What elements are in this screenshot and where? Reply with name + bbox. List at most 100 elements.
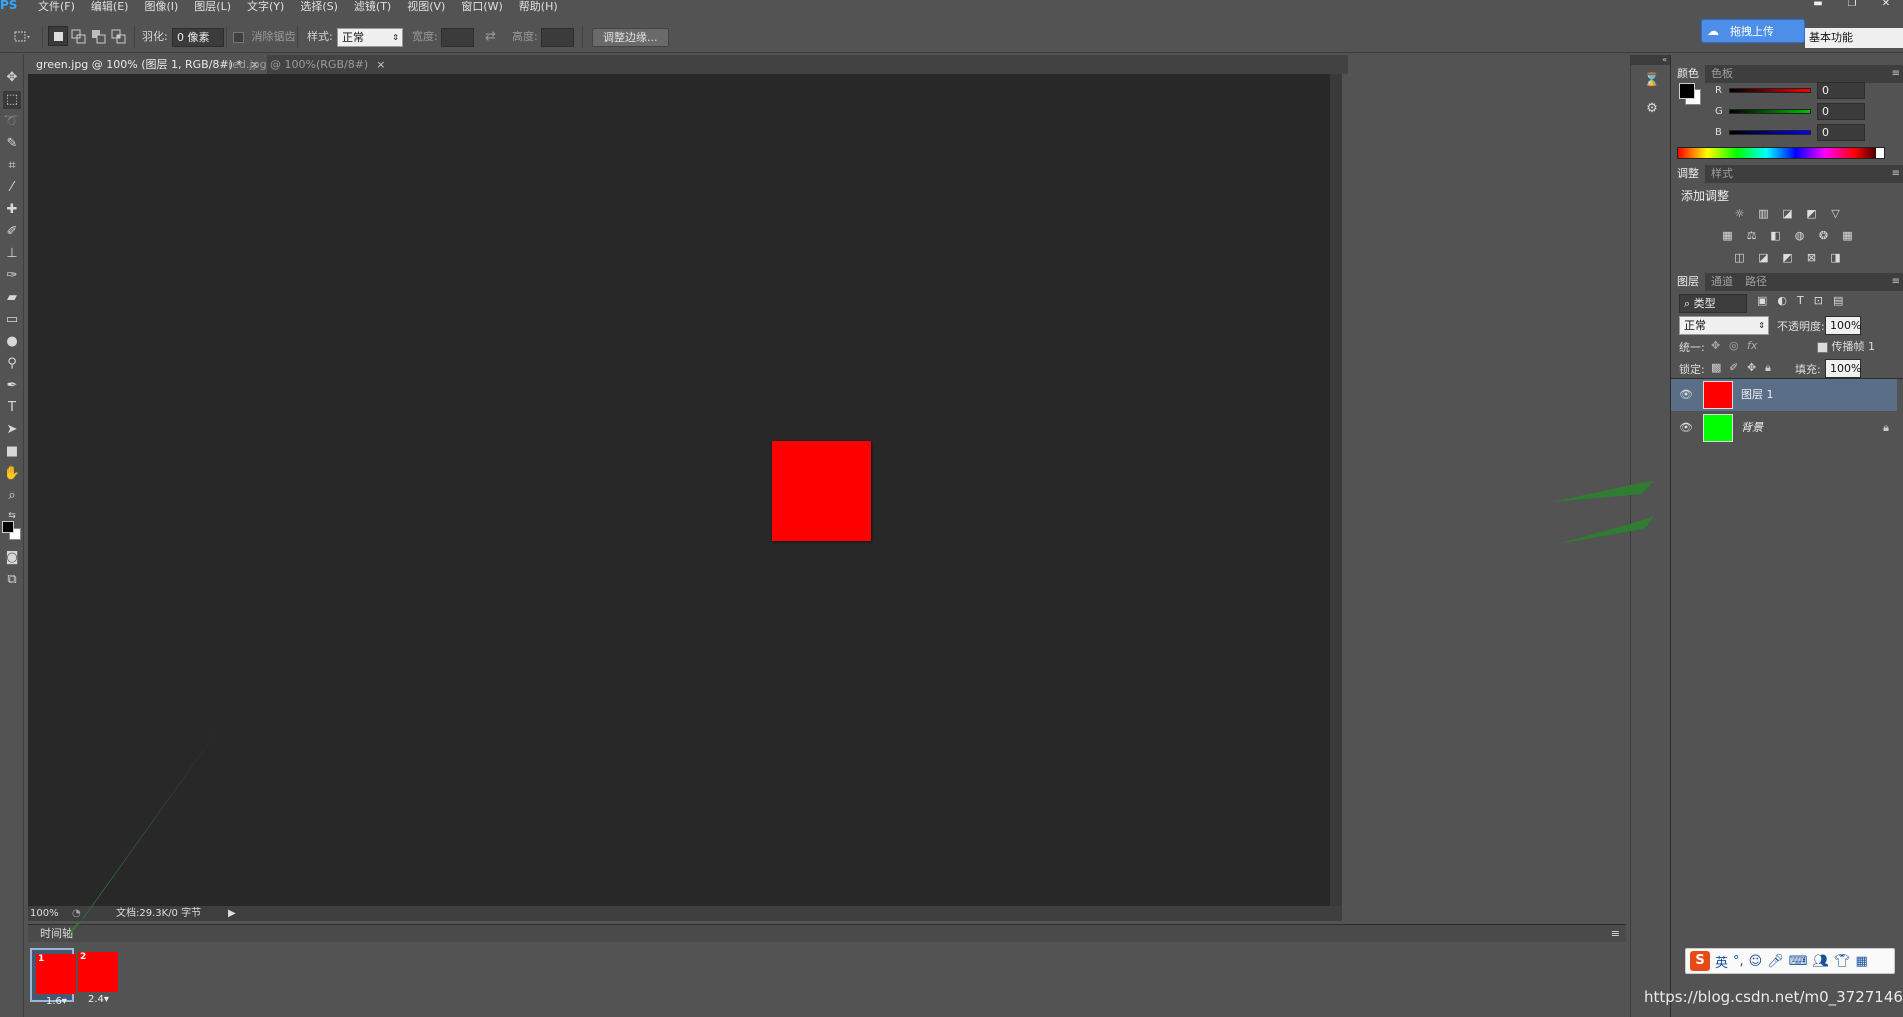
- unify-visibility-icon[interactable]: ◎: [1729, 339, 1739, 352]
- brightness-contrast-icon[interactable]: ☼: [1732, 207, 1748, 221]
- red-slider[interactable]: [1729, 88, 1811, 93]
- brush-tool-icon[interactable]: ✐: [3, 223, 21, 241]
- restore-button[interactable]: ❐: [1835, 0, 1869, 11]
- curves-icon[interactable]: ◪: [1780, 207, 1796, 221]
- blue-slider[interactable]: [1729, 130, 1811, 135]
- menu-filter[interactable]: 滤镜(T): [354, 0, 391, 14]
- blue-value[interactable]: 0: [1817, 124, 1865, 141]
- punctuation-icon[interactable]: °,: [1733, 954, 1744, 969]
- unify-style-icon[interactable]: fx: [1747, 339, 1757, 352]
- menu-select[interactable]: 选择(S): [300, 0, 338, 14]
- color-balance-icon[interactable]: ⚖: [1744, 229, 1760, 243]
- blend-mode-select[interactable]: 正常 ⇕: [1679, 316, 1769, 335]
- refine-edge-button[interactable]: 调整边缘...: [592, 28, 669, 47]
- vertical-scrollbar[interactable]: [1330, 74, 1342, 921]
- lock-transparent-icon[interactable]: ▩: [1711, 361, 1721, 374]
- layer-row-layer-1[interactable]: 👁︎ 图层 1: [1671, 379, 1897, 411]
- toolbox-icon[interactable]: ▦: [1856, 954, 1868, 969]
- lock-pixels-icon[interactable]: ✐: [1729, 361, 1738, 374]
- menu-view[interactable]: 视图(V): [407, 0, 445, 14]
- shape-filter-icon[interactable]: ⊡: [1814, 294, 1823, 307]
- panel-menu-icon[interactable]: ≡: [1892, 273, 1900, 291]
- threshold-icon[interactable]: ◩: [1780, 251, 1796, 265]
- gradient-map-icon[interactable]: ◨: [1828, 251, 1844, 265]
- layer-filter-select[interactable]: ⌕ 类型: [1679, 294, 1747, 313]
- skin-icon[interactable]: 👕︎: [1834, 954, 1851, 969]
- properties-panel-icon[interactable]: ⚙: [1641, 99, 1663, 119]
- lasso-tool-icon[interactable]: ➰: [3, 113, 21, 131]
- eyedropper-tool-icon[interactable]: ⁄: [3, 179, 21, 197]
- quick-select-tool-icon[interactable]: ✎: [3, 135, 21, 153]
- lock-position-icon[interactable]: ✥: [1747, 361, 1756, 374]
- width-input[interactable]: [441, 28, 474, 47]
- hand-tool-icon[interactable]: ✋: [3, 465, 21, 483]
- timeline-frame-1[interactable]: 1 1.6▾: [30, 948, 76, 1007]
- marquee-preset-picker[interactable]: [10, 26, 30, 46]
- dodge-tool-icon[interactable]: ⚲: [3, 355, 21, 373]
- path-select-tool-icon[interactable]: ➤: [3, 421, 21, 439]
- menu-window[interactable]: 窗口(W): [461, 0, 502, 14]
- swap-dimensions-icon[interactable]: ⇄: [485, 27, 496, 47]
- pen-tool-icon[interactable]: ✒: [3, 377, 21, 395]
- eye-icon[interactable]: 👁︎: [1679, 388, 1693, 402]
- frame-duration[interactable]: 2.4▾: [88, 994, 109, 1005]
- white-swatch[interactable]: [1876, 148, 1884, 158]
- tab-styles[interactable]: 样式: [1705, 165, 1739, 183]
- style-select[interactable]: 正常 ⇕: [337, 28, 403, 47]
- smart-object-filter-icon[interactable]: ▤: [1833, 294, 1843, 307]
- keyboard-icon[interactable]: ⌨: [1789, 954, 1808, 969]
- quick-mask-icon[interactable]: ◙: [3, 549, 21, 567]
- screen-mode-icon[interactable]: ⧉: [3, 571, 21, 589]
- opacity-input[interactable]: 100%: [1825, 316, 1861, 335]
- gradient-tool-icon[interactable]: ▭: [3, 311, 21, 329]
- blur-tool-icon[interactable]: ●: [3, 333, 21, 351]
- green-slider[interactable]: [1729, 109, 1811, 114]
- panel-menu-icon[interactable]: ≡: [1892, 165, 1900, 183]
- user-icon[interactable]: 👥︎: [1813, 954, 1830, 969]
- panel-menu-icon[interactable]: ≡: [1611, 925, 1620, 943]
- lock-all-icon[interactable]: 🔒︎: [1765, 361, 1771, 375]
- crop-tool-icon[interactable]: ⌗: [3, 157, 21, 175]
- status-menu-arrow[interactable]: ▶: [228, 906, 236, 921]
- ime-language[interactable]: 英: [1715, 952, 1728, 971]
- feather-input[interactable]: 0 像素: [172, 28, 224, 47]
- tab-channels[interactable]: 通道: [1705, 273, 1739, 291]
- fill-input[interactable]: 100%: [1825, 359, 1861, 378]
- tab-swatches[interactable]: 色板: [1705, 65, 1739, 83]
- minimize-button[interactable]: ▬: [1801, 0, 1835, 11]
- menu-layer[interactable]: 图层(L): [194, 0, 231, 14]
- pixel-filter-icon[interactable]: ▣: [1757, 294, 1767, 307]
- intersect-selection-button[interactable]: [108, 26, 128, 46]
- layer-name[interactable]: 背景: [1741, 412, 1763, 444]
- close-tab-icon[interactable]: ×: [376, 58, 385, 71]
- emoji-icon[interactable]: ☺: [1749, 954, 1763, 969]
- foreground-color-swatch[interactable]: [2, 521, 14, 533]
- color-spectrum-bar[interactable]: [1677, 147, 1885, 159]
- tab-red-jpg[interactable]: red.jpg @ 100%(RGB/8#) ×: [220, 55, 393, 74]
- menu-help[interactable]: 帮助(H): [519, 0, 558, 14]
- add-selection-button[interactable]: [68, 26, 88, 46]
- healing-brush-tool-icon[interactable]: ✚: [3, 201, 21, 219]
- upload-widget[interactable]: ☁ 拖拽上传: [1701, 19, 1805, 43]
- move-tool-icon[interactable]: ✥: [3, 69, 21, 87]
- antialias-option[interactable]: 消除锯齿: [233, 27, 296, 47]
- layer-row-background[interactable]: 👁︎ 背景 🔒︎: [1671, 412, 1897, 444]
- sogou-logo-icon[interactable]: S: [1690, 951, 1710, 971]
- menu-type[interactable]: 文字(Y): [247, 0, 284, 14]
- propagate-checkbox[interactable]: [1817, 341, 1828, 353]
- hue-saturation-icon[interactable]: ▦: [1720, 229, 1736, 243]
- timeline-title[interactable]: 时间轴: [40, 925, 73, 943]
- zoom-level[interactable]: 100%: [30, 906, 59, 921]
- eraser-tool-icon[interactable]: ▰: [3, 289, 21, 307]
- history-panel-icon[interactable]: ⌛: [1641, 71, 1663, 91]
- height-input[interactable]: [541, 28, 574, 47]
- invert-icon[interactable]: ◫: [1732, 251, 1748, 265]
- clone-stamp-tool-icon[interactable]: ⊥: [3, 245, 21, 263]
- panel-menu-icon[interactable]: ≡: [1892, 65, 1900, 83]
- collapse-dock-icon[interactable]: «: [1631, 55, 1671, 65]
- levels-icon[interactable]: ▥: [1756, 207, 1772, 221]
- document-canvas[interactable]: [28, 74, 1330, 906]
- marquee-tool-icon[interactable]: ⬚: [3, 91, 21, 109]
- adjustment-filter-icon[interactable]: ◐: [1777, 294, 1787, 307]
- antialias-checkbox[interactable]: [233, 31, 244, 43]
